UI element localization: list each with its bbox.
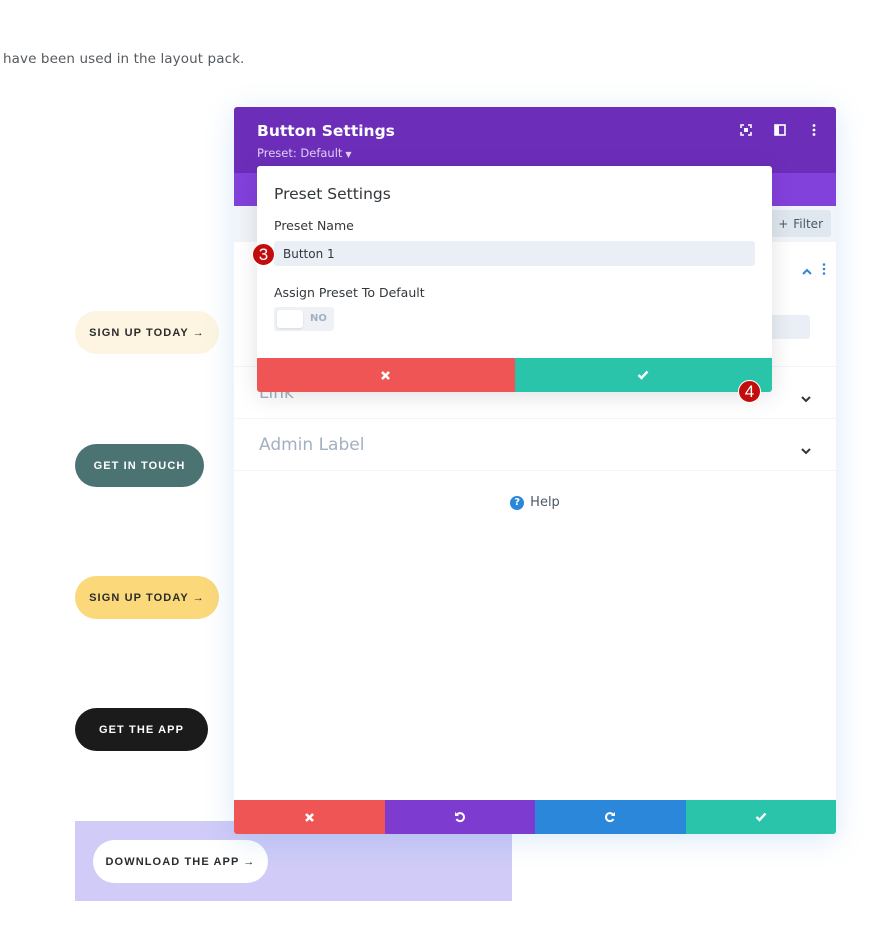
help-label: Help bbox=[530, 495, 560, 510]
checkmark-icon bbox=[755, 812, 767, 822]
chevron-down-icon bbox=[801, 440, 811, 454]
modal-cancel-button[interactable] bbox=[257, 358, 515, 392]
caret-down-icon: ▼ bbox=[345, 150, 352, 159]
chevron-down-icon bbox=[801, 388, 811, 402]
checkmark-icon bbox=[637, 370, 649, 380]
undo-icon bbox=[454, 812, 465, 823]
toggle-knob bbox=[277, 310, 303, 328]
redo-button[interactable] bbox=[535, 800, 686, 834]
sample-button-sign-up-light[interactable]: SIGN UP TODAY → bbox=[75, 311, 219, 354]
modal-title: Preset Settings bbox=[274, 185, 391, 203]
filter-button[interactable]: + Filter bbox=[770, 210, 831, 237]
help-link[interactable]: ? Help bbox=[234, 495, 836, 510]
panel-header[interactable]: Button Settings Preset: Default ▼ bbox=[234, 107, 836, 173]
assign-default-toggle[interactable]: NO bbox=[274, 307, 334, 331]
split-view-icon[interactable] bbox=[774, 123, 786, 137]
sample-button-download-the-app[interactable]: DOWNLOAD THE APP → bbox=[93, 840, 268, 883]
modal-confirm-button[interactable] bbox=[514, 358, 772, 392]
preset-name-label: Preset Name bbox=[274, 218, 354, 233]
preset-name-input[interactable] bbox=[274, 241, 755, 266]
save-button[interactable] bbox=[685, 800, 836, 834]
focus-mode-icon[interactable] bbox=[740, 123, 752, 137]
preset-settings-modal: Preset Settings Preset Name Assign Prese… bbox=[257, 166, 772, 392]
step-badge-4: 4 bbox=[738, 380, 761, 403]
redo-icon bbox=[605, 812, 616, 823]
sample-button-get-the-app[interactable]: GET THE APP bbox=[75, 708, 208, 751]
modal-footer bbox=[257, 358, 772, 392]
group-more-options-icon[interactable] bbox=[822, 260, 826, 279]
filter-label: Filter bbox=[793, 216, 823, 231]
close-icon bbox=[304, 812, 314, 822]
close-icon bbox=[381, 370, 391, 380]
panel-title: Button Settings bbox=[257, 122, 395, 140]
sample-button-get-in-touch[interactable]: GET IN TOUCH bbox=[75, 444, 204, 487]
help-icon: ? bbox=[510, 495, 525, 510]
sample-button-sign-up-yellow[interactable]: SIGN UP TODAY → bbox=[75, 576, 219, 619]
discard-button[interactable] bbox=[234, 800, 385, 834]
plus-icon: + bbox=[778, 216, 789, 231]
panel-footer bbox=[234, 800, 836, 834]
preset-selector[interactable]: Preset: Default ▼ bbox=[257, 146, 352, 160]
more-options-icon[interactable] bbox=[808, 123, 820, 137]
toggle-state-text: NO bbox=[310, 313, 327, 324]
undo-button[interactable] bbox=[384, 800, 535, 834]
preset-label: Preset: Default bbox=[257, 146, 343, 160]
intro-text: have been used in the layout pack. bbox=[3, 51, 245, 67]
section-admin-label[interactable]: Admin Label bbox=[234, 419, 836, 471]
chevron-up-icon[interactable] bbox=[802, 260, 812, 279]
section-admin-label-text: Admin Label bbox=[259, 434, 365, 455]
step-badge-3: 3 bbox=[252, 243, 275, 266]
assign-default-label: Assign Preset To Default bbox=[274, 285, 425, 300]
